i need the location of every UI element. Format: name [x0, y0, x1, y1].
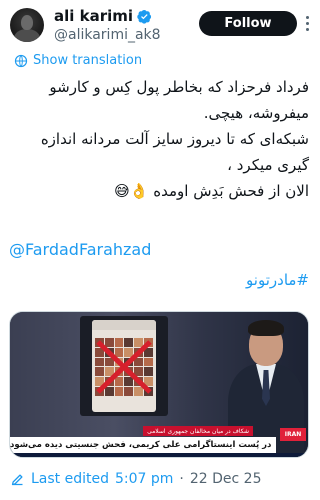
red-cross-mark-icon — [96, 340, 152, 394]
show-translation-link[interactable]: Show translation — [14, 53, 142, 68]
instagram-post-image — [92, 320, 156, 412]
news-strap-main: در پُست اینستاگرامی علی کریمی، فحش جنسیت… — [10, 437, 276, 453]
tweet-line: فرداد فرحزاد که بخاطر پول کِس و کارشو — [49, 78, 309, 96]
verified-badge-icon — [137, 9, 152, 24]
hashtag-link[interactable]: #مادرتونو — [246, 271, 309, 289]
edit-time[interactable]: 5:07 pm — [115, 471, 173, 487]
pencil-icon — [11, 474, 23, 485]
last-edited-label[interactable]: Last edited — [31, 471, 109, 487]
tweet-media-image[interactable]: شکاف در میان مخالفان جمهوری اسلامی در پُ… — [9, 311, 309, 458]
avatar[interactable] — [10, 8, 44, 42]
news-strap-small: شکاف در میان مخالفان جمهوری اسلامی — [143, 426, 253, 436]
author-display-name[interactable]: ali karimi — [54, 7, 133, 25]
follow-button[interactable]: Follow — [199, 11, 297, 36]
tweet-line: میفروشه، هیچی. — [203, 104, 309, 122]
separator: · — [179, 471, 184, 487]
tweet-line: شبکه‌ای که تا دیروز سایز آلت مردانه اندا… — [40, 130, 309, 148]
more-dots-icon[interactable] — [300, 14, 314, 32]
tweet-line: گیری میکرد ، — [227, 156, 309, 174]
tweet-line: الان از فحش بَدِش اومده 👌😅 — [114, 182, 309, 200]
tweet-text: فرداد فرحزاد که بخاطر پول کِس و کارشو می… — [8, 74, 309, 204]
author-name-row[interactable]: ali karimi — [54, 7, 152, 25]
author-handle[interactable]: @alikarimi_ak8 — [54, 27, 161, 43]
tweet-header: ali karimi @alikarimi_ak8 Follow — [0, 0, 317, 46]
channel-logo: IRAN — [280, 428, 306, 441]
show-translation-label: Show translation — [33, 53, 143, 68]
mention-link[interactable]: @FardadFarahzad — [9, 240, 151, 259]
globe-icon — [14, 54, 28, 67]
tweet-date[interactable]: 22 Dec 25 — [190, 471, 262, 487]
edit-history-row[interactable]: Last edited 5:07 pm · 22 Dec 25 — [10, 471, 262, 487]
